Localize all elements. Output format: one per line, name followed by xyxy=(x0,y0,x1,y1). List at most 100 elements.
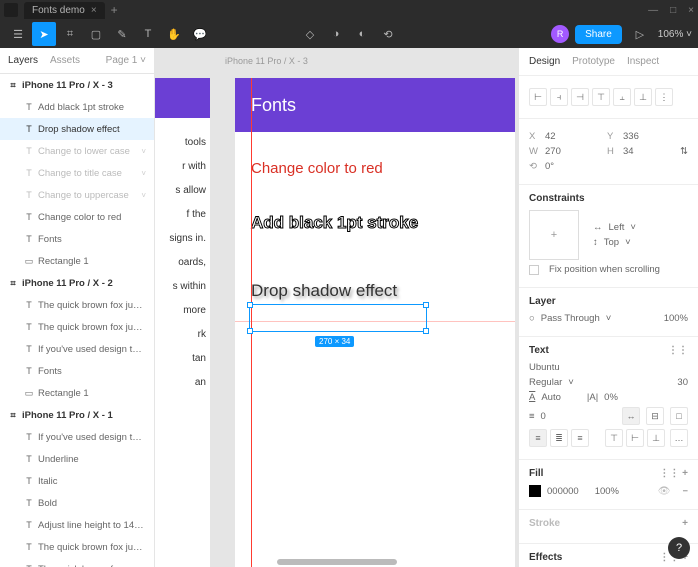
layer-frame[interactable]: ⌗iPhone 11 Pro / X - 3 xyxy=(0,74,154,96)
mask-icon[interactable]: ◑ xyxy=(324,22,348,46)
align-right-icon[interactable]: ⊣ xyxy=(571,88,589,106)
align-center-h-icon[interactable]: ⫞ xyxy=(550,88,568,106)
move-tool-icon[interactable]: ➤ xyxy=(32,22,56,46)
layer-item[interactable]: ▭Rectangle 1 xyxy=(0,250,154,272)
canvas[interactable]: iPhone 11 Pro / X - 3 toolsr withs allow… xyxy=(155,48,518,567)
fill-hex[interactable]: 000000 xyxy=(547,486,579,497)
text-red[interactable]: Change color to red xyxy=(235,152,515,185)
rotation-input[interactable]: 0° xyxy=(545,161,581,172)
blend-mode[interactable]: Pass Through xyxy=(541,313,600,324)
artboard-partial[interactable]: toolsr withs allowf thesigns in.oards,s … xyxy=(155,78,210,567)
frame-tool-icon[interactable]: ⌗ xyxy=(58,22,82,46)
fill-visibility-icon[interactable]: 👁 xyxy=(658,486,671,497)
paragraph-spacing[interactable]: 0 xyxy=(541,411,546,422)
text-style-icon[interactable]: ⋮⋮ xyxy=(668,345,688,356)
breadcrumb[interactable]: iPhone 11 Pro / X - 3 xyxy=(225,56,308,66)
constraint-v[interactable]: Top xyxy=(604,237,619,248)
layer-item[interactable]: ▭Rectangle 1 xyxy=(0,382,154,404)
text-align-bottom-icon[interactable]: ⊥ xyxy=(647,429,665,447)
assets-tab[interactable]: Assets xyxy=(50,55,80,66)
layer-item[interactable]: TDrop shadow effect xyxy=(0,118,154,140)
hand-tool-icon[interactable]: ✋ xyxy=(162,22,186,46)
text-tool-icon[interactable]: T xyxy=(136,22,160,46)
x-input[interactable]: 42 xyxy=(545,131,581,142)
page-selector[interactable]: Page 1 ˅ xyxy=(106,55,146,66)
menu-icon[interactable]: ☰ xyxy=(6,22,30,46)
align-top-icon[interactable]: ⊤ xyxy=(592,88,610,106)
pen-tool-icon[interactable]: ✎ xyxy=(110,22,134,46)
layer-item[interactable]: TIf you've used design tools be... xyxy=(0,338,154,360)
text-align-middle-icon[interactable]: ⊢ xyxy=(626,429,644,447)
add-stroke-icon[interactable]: + xyxy=(682,518,688,529)
text-align-left-icon[interactable]: ≡ xyxy=(529,429,547,447)
layer-item[interactable]: TFonts xyxy=(0,228,154,250)
layer-item[interactable]: TAdjust line height to 140% an... xyxy=(0,514,154,536)
prototype-tab[interactable]: Prototype xyxy=(572,56,615,67)
maximize-icon[interactable]: □ xyxy=(670,5,676,16)
font-weight[interactable]: Regular xyxy=(529,377,562,388)
add-fill-icon[interactable]: + xyxy=(682,468,688,479)
layer-item[interactable]: TChange color to red xyxy=(0,206,154,228)
layers-tab[interactable]: Layers xyxy=(8,55,38,66)
avatar[interactable]: R xyxy=(551,25,569,43)
w-input[interactable]: 270 xyxy=(545,146,581,157)
help-button[interactable]: ? xyxy=(668,537,690,559)
layer-item[interactable]: TItalic xyxy=(0,470,154,492)
present-icon[interactable]: ▷ xyxy=(628,22,652,46)
figma-logo-icon[interactable] xyxy=(4,3,18,17)
comment-tool-icon[interactable]: 💬 xyxy=(188,22,212,46)
layer-frame[interactable]: ⌗iPhone 11 Pro / X - 1 xyxy=(0,404,154,426)
layer-item[interactable]: TUnderline xyxy=(0,448,154,470)
text-stroke[interactable]: Add black 1pt stroke xyxy=(235,205,515,241)
design-tab[interactable]: Design xyxy=(529,56,560,67)
layer-item[interactable]: TThe quick brown fox jumped.... xyxy=(0,316,154,338)
layer-item[interactable]: TThe quick brown fox jumped.... xyxy=(0,294,154,316)
font-family[interactable]: Ubuntu xyxy=(529,362,560,373)
artboard-main[interactable]: Fonts Change color to red Add black 1pt … xyxy=(235,78,515,567)
layer-opacity[interactable]: 100% xyxy=(664,313,688,324)
layer-item[interactable]: TThe quick brown fox jumped.... xyxy=(0,536,154,558)
boolean-icon[interactable]: ◐ xyxy=(350,22,374,46)
fill-opacity[interactable]: 100% xyxy=(595,486,619,497)
zoom-level[interactable]: 106% ˅ xyxy=(658,29,692,40)
auto-width-icon[interactable]: ↔ xyxy=(622,407,640,425)
text-align-top-icon[interactable]: ⊤ xyxy=(605,429,623,447)
distribute-icon[interactable]: ⋮ xyxy=(655,88,673,106)
y-input[interactable]: 336 xyxy=(623,131,659,142)
horizontal-scrollbar[interactable] xyxy=(277,559,397,565)
text-align-right-icon[interactable]: ≡ xyxy=(571,429,589,447)
inspect-tab[interactable]: Inspect xyxy=(627,56,659,67)
fixed-size-icon[interactable]: □ xyxy=(670,407,688,425)
h-input[interactable]: 34 xyxy=(623,146,659,157)
line-height[interactable]: Auto xyxy=(541,392,561,403)
letter-spacing[interactable]: 0% xyxy=(604,392,618,403)
layer-item[interactable]: TChange to uppercase˅ xyxy=(0,184,154,206)
text-align-center-icon[interactable]: ≣ xyxy=(550,429,568,447)
layer-item[interactable]: TAdd black 1pt stroke xyxy=(0,96,154,118)
align-middle-icon[interactable]: ⫠ xyxy=(613,88,631,106)
component-icon[interactable]: ◇ xyxy=(298,22,322,46)
align-bottom-icon[interactable]: ⊥ xyxy=(634,88,652,106)
link-icon[interactable]: ⟲ xyxy=(376,22,400,46)
add-tab-icon[interactable]: + xyxy=(111,3,118,17)
layer-item[interactable]: TChange to lower case˅ xyxy=(0,140,154,162)
layer-item[interactable]: TIf you've used design tools be... xyxy=(0,426,154,448)
text-more-icon[interactable]: … xyxy=(670,429,688,447)
file-tab[interactable]: Fonts demo × xyxy=(24,2,105,19)
align-left-icon[interactable]: ⊢ xyxy=(529,88,547,106)
share-button[interactable]: Share xyxy=(575,25,622,44)
constraint-h[interactable]: Left xyxy=(609,222,625,233)
layer-item[interactable]: TThe quick brown fox... xyxy=(0,558,154,567)
auto-height-icon[interactable]: ⊟ xyxy=(646,407,664,425)
close-tab-icon[interactable]: × xyxy=(91,5,97,16)
fix-position-checkbox[interactable] xyxy=(529,265,539,275)
layer-item[interactable]: TBold xyxy=(0,492,154,514)
font-size[interactable]: 30 xyxy=(677,377,688,388)
layer-item[interactable]: TFonts xyxy=(0,360,154,382)
lock-ratio-icon[interactable]: ⇅ xyxy=(680,146,688,157)
close-window-icon[interactable]: × xyxy=(688,5,694,16)
fill-swatch[interactable] xyxy=(529,485,541,497)
minimize-icon[interactable]: — xyxy=(648,5,658,16)
constraint-widget[interactable]: + xyxy=(529,210,579,260)
remove-fill-icon[interactable]: − xyxy=(682,486,688,497)
